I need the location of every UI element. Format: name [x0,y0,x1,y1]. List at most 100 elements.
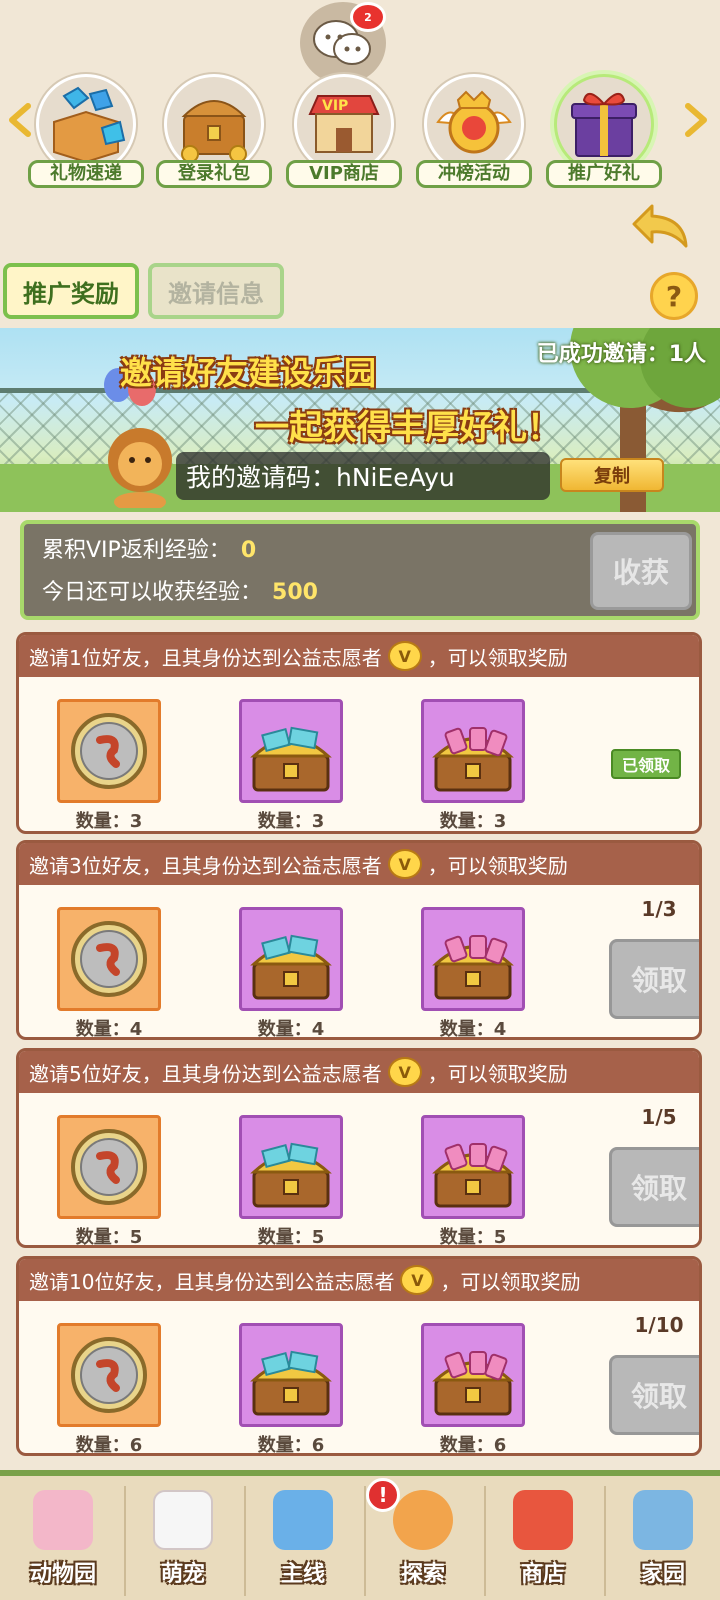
pink-can-chest-icon [432,1143,514,1208]
reward-item-slot[interactable] [239,699,343,803]
vip-accumulated-exp: 累积VIP返利经验： 0 [42,532,256,564]
lion-illustration [108,428,172,508]
nav-pets[interactable]: 萌宠 [128,1484,238,1600]
volunteer-v-icon: V [387,849,422,879]
nav-divider [124,1486,126,1596]
cat-icon [393,1490,453,1550]
reward-card: 邀请1位好友，且其身份达到公益志愿者 V ，可以领取奖励 数量：3 数量：3 数… [16,632,702,834]
invite-code: 我的邀请码：hNiEeAyu [176,452,550,500]
reward-item-slot[interactable] [57,907,161,1011]
reward-item-slot[interactable] [421,699,525,803]
invite-progress: 1/5 [641,1105,677,1129]
reward-quantity: 数量：6 [439,1435,507,1456]
reward-card: 邀请10位好友，且其身份达到公益志愿者 V ，可以领取奖励 数量：6 数量：6 [16,1256,702,1456]
reward-requirement-suffix: ，可以领取奖励 [440,1269,581,1294]
success-invite-count: 已成功邀请：1人 [536,342,706,367]
reward-item-slot[interactable] [421,907,525,1011]
top-nav-vip-shop[interactable]: VIP VIP商店 [284,70,404,195]
reward-item-slot[interactable] [57,699,161,803]
nav-label: 商店 [520,1562,565,1587]
svg-text:VIP: VIP [322,98,348,114]
reward-requirement: 邀请10位好友，且其身份达到公益志愿者 [29,1269,395,1294]
reward-item-slot[interactable] [421,1323,525,1427]
help-button[interactable]: ? [650,272,698,320]
claim-button[interactable]: 领取 [609,1147,699,1227]
pink-can-chest-icon [432,727,514,792]
tab-invite-info[interactable]: 邀请信息 [148,263,284,319]
vip-accumulated-label: 累积VIP返利经验： [42,538,231,563]
tab-referral-rewards[interactable]: 推广奖励 [3,263,139,319]
top-nav-label: 推广好礼 [546,160,662,188]
top-nav-login-gift[interactable]: 登录礼包 [154,70,274,195]
reward-card-header: 邀请3位好友，且其身份达到公益志愿者 V ，可以领取奖励 [19,843,699,885]
reward-card-header: 邀请1位好友，且其身份达到公益志愿者 V ，可以领取奖励 [19,635,699,677]
reward-item-slot[interactable] [239,1115,343,1219]
reward-item-slot[interactable] [57,1323,161,1427]
pink-can-chest-icon [432,1351,514,1416]
chevron-right-icon [685,103,707,137]
nav-divider [364,1486,366,1596]
harvest-button[interactable]: 收获 [590,532,692,610]
reward-quantity: 数量：6 [75,1435,143,1456]
volunteer-v-icon: V [387,1057,422,1087]
meat-token-icon [71,1129,147,1205]
invite-banner: 已成功邀请：1人 邀请好友建设乐园 一起获得丰厚好礼！ 我的邀请码：hNiEeA… [0,328,720,512]
claim-button[interactable]: 领取 [609,939,699,1019]
nav-divider [244,1486,246,1596]
reward-quantity: 数量：5 [75,1227,143,1248]
carousel-tent-icon [33,1490,93,1550]
meat-token-icon [71,921,147,997]
carousel-next-button[interactable] [682,100,712,140]
blue-ticket-chest-icon [250,1142,332,1208]
nav-main-quest[interactable]: 主线 [248,1484,358,1600]
top-nav-ranking-event[interactable]: 冲榜活动 [414,70,534,195]
reward-quantity: 数量：5 [439,1227,507,1248]
meat-token-icon [71,713,147,789]
nav-home[interactable]: 家园 [608,1484,718,1600]
claim-button[interactable]: 领取 [609,1355,699,1435]
reward-item-slot[interactable] [239,907,343,1011]
reward-requirement: 邀请5位好友，且其身份达到公益志愿者 [29,1061,382,1086]
blue-ticket-chest-icon [250,726,332,792]
chat-badge: 2 [350,2,386,32]
reward-quantity: 数量：5 [257,1227,325,1248]
reward-requirement-suffix: ，可以领取奖励 [427,645,568,670]
nav-label: 主线 [280,1562,325,1587]
vip-today-value: 500 [272,580,318,605]
volunteer-v-icon: V [400,1265,435,1295]
top-nav-label: 冲榜活动 [416,160,532,188]
nav-label: 萌宠 [160,1562,205,1587]
vip-shop-icon: VIP [308,95,380,153]
shop-stall-icon [513,1490,573,1550]
copy-button[interactable]: 复制 [560,458,664,492]
reward-quantity: 数量：6 [257,1435,325,1456]
top-nav-label: 登录礼包 [156,160,272,188]
reward-card: 邀请5位好友，且其身份达到公益志愿者 V ，可以领取奖励 数量：5 数量：5 数… [16,1048,702,1248]
vip-today-label: 今日还可以收获经验： [42,580,263,605]
crown-badge-icon [436,90,512,154]
back-button[interactable] [628,200,692,252]
invite-progress: 1/10 [634,1313,684,1337]
return-arrow-icon [632,204,688,248]
house-icon [633,1490,693,1550]
reward-item-slot[interactable] [421,1115,525,1219]
pink-can-chest-icon [432,935,514,1000]
explore-alert-icon: ! [366,1478,400,1512]
nav-shop[interactable]: 商店 [488,1484,598,1600]
banner-title: 邀请好友建设乐园 [120,354,377,392]
meat-token-icon [71,1337,147,1413]
reward-quantity: 数量：3 [439,811,507,832]
nav-label: 探索 [400,1562,445,1587]
reward-quantity: 数量：3 [257,811,325,832]
reward-requirement-suffix: ，可以领取奖励 [427,1061,568,1086]
treasure-chest-icon [181,100,247,163]
vip-exp-panel: 累积VIP返利经验： 0 今日还可以收获经验： 500 收获 [20,520,700,620]
reward-card: 邀请3位好友，且其身份达到公益志愿者 V ，可以领取奖励 数量：4 数量：4 数… [16,840,702,1040]
reward-item-slot[interactable] [239,1323,343,1427]
reward-item-slot[interactable] [57,1115,161,1219]
top-nav-referral-gift[interactable]: 推广好礼 [544,70,664,195]
invite-progress: 1/3 [641,897,677,921]
top-nav-gift-express[interactable]: 礼物速递 [26,70,146,195]
gift-box-icon [571,93,637,157]
nav-zoo[interactable]: 动物园 [8,1484,118,1600]
